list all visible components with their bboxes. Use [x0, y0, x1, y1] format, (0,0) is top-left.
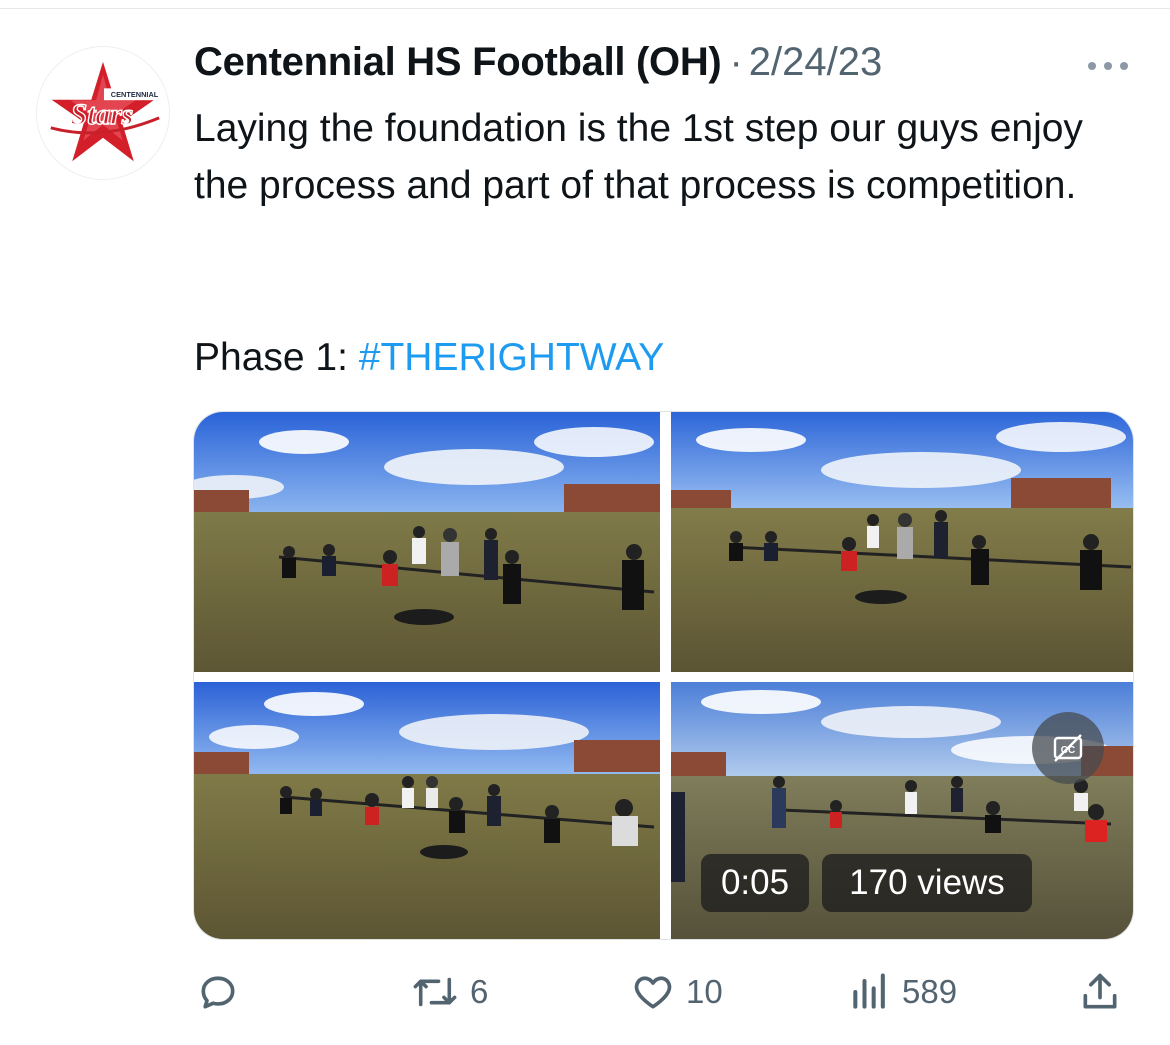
media-grid: CC 0:05 170 views	[193, 411, 1134, 940]
tweet-text: Laying the foundation is the 1st step ou…	[194, 107, 1094, 207]
top-divider	[0, 8, 1170, 9]
more-dot-icon	[1120, 62, 1128, 70]
video-duration: 0:05	[701, 854, 809, 912]
share-icon	[1078, 970, 1122, 1014]
phase-line: Phase 1: #THERIGHTWAY	[194, 332, 664, 384]
separator-dot: ·	[729, 40, 743, 84]
photo-1[interactable]	[194, 412, 660, 672]
video-view-count: 170 views	[822, 854, 1032, 912]
like-count: 10	[686, 973, 723, 1010]
more-dot-icon	[1088, 62, 1096, 70]
closed-captions-off-icon: CC	[1053, 734, 1083, 762]
heart-icon	[630, 970, 676, 1014]
author-name[interactable]: Centennial HS Football (OH)	[194, 40, 722, 85]
action-bar: 6 10 589	[0, 962, 1170, 1026]
like-button[interactable]: 10	[630, 962, 723, 1022]
avatar[interactable]: CENTENNIAL Stars	[36, 46, 170, 180]
views-button[interactable]: 589	[848, 962, 957, 1022]
centennial-stars-logo: CENTENNIAL Stars	[42, 51, 166, 170]
reply-icon	[196, 970, 240, 1014]
logo-script-text: Stars	[71, 99, 133, 131]
retweet-icon	[410, 970, 460, 1014]
more-options-button[interactable]	[1082, 48, 1134, 84]
photo-2[interactable]	[671, 412, 1133, 672]
reply-button[interactable]	[196, 962, 250, 1022]
tweet-header: Centennial HS Football (OH) · 2/24/23	[194, 40, 882, 92]
photo-3[interactable]	[194, 682, 660, 939]
share-button[interactable]	[1078, 962, 1122, 1022]
captions-button[interactable]: CC	[1032, 712, 1104, 784]
bar-chart-icon	[848, 970, 892, 1014]
hashtag-link[interactable]: #THERIGHTWAY	[359, 336, 665, 379]
phase-prefix: Phase 1:	[194, 336, 359, 379]
more-dot-icon	[1104, 62, 1112, 70]
views-count: 589	[902, 973, 958, 1010]
retweet-button[interactable]: 6	[410, 962, 488, 1022]
tweet-date[interactable]: 2/24/23	[749, 40, 882, 85]
retweet-count: 6	[470, 973, 489, 1010]
